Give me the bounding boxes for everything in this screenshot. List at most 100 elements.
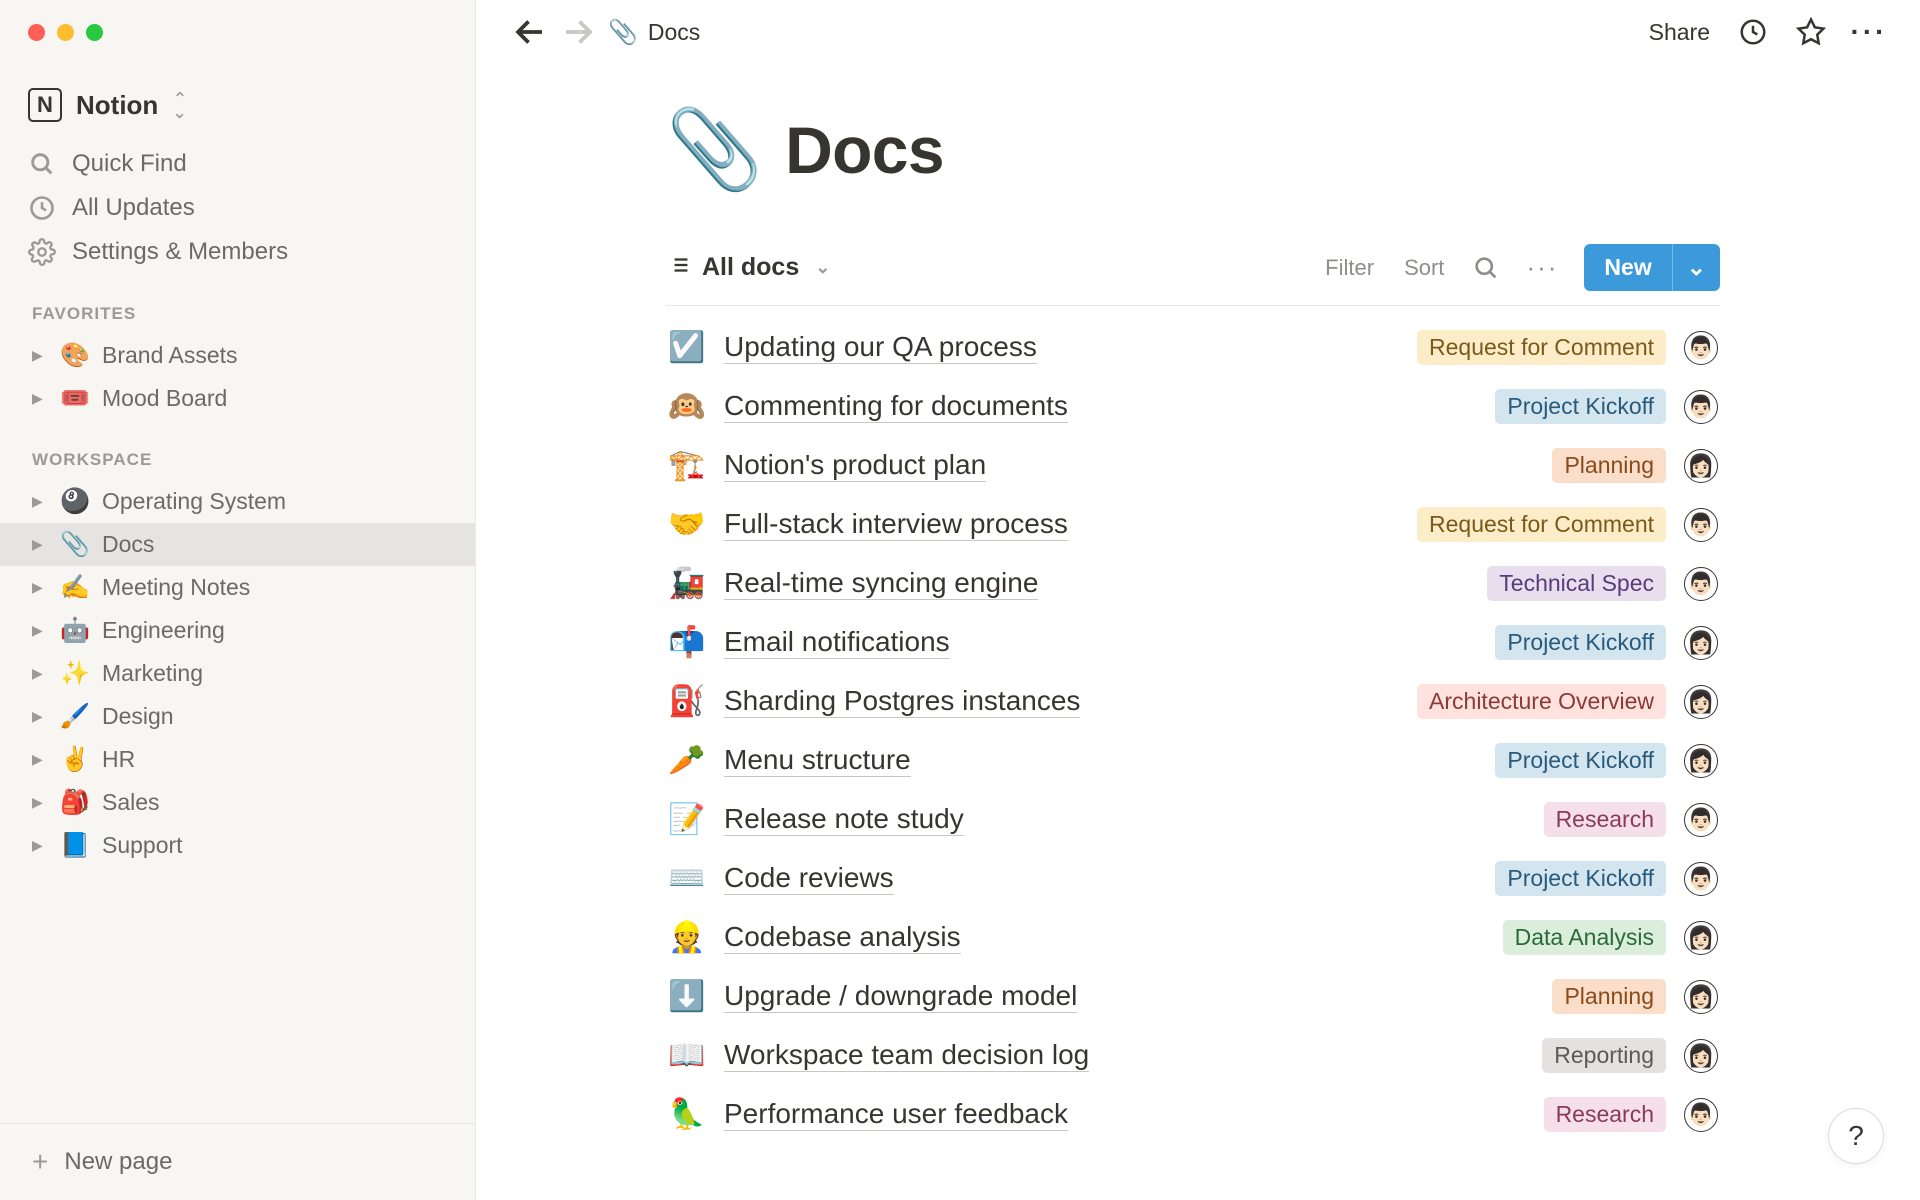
doc-row[interactable]: 🤝Full-stack interview processRequest for…	[666, 495, 1720, 554]
updates-icon[interactable]	[1738, 17, 1768, 47]
doc-row[interactable]: ⬇️Upgrade / downgrade modelPlanning👩🏻	[666, 967, 1720, 1026]
search-database-icon[interactable]	[1472, 254, 1500, 282]
disclosure-triangle-icon[interactable]: ▶	[32, 579, 48, 596]
doc-title-link[interactable]: Performance user feedback	[724, 1098, 1068, 1131]
more-menu-icon[interactable]: ···	[1854, 17, 1884, 47]
disclosure-triangle-icon[interactable]: ▶	[32, 390, 48, 407]
new-entry-button[interactable]: New ⌄	[1584, 244, 1720, 291]
avatar[interactable]: 👩🏻	[1684, 921, 1718, 955]
doc-tag[interactable]: Data Analysis	[1503, 920, 1666, 955]
avatar[interactable]: 👩🏻	[1684, 449, 1718, 483]
all-updates-button[interactable]: All Updates	[0, 186, 475, 230]
doc-row[interactable]: 🦜Performance user feedbackResearch👨🏻	[666, 1085, 1720, 1144]
sidebar-item-design[interactable]: ▶🖌️Design	[0, 695, 475, 738]
share-button[interactable]: Share	[1649, 19, 1710, 46]
new-entry-dropdown-icon[interactable]: ⌄	[1672, 244, 1720, 291]
disclosure-triangle-icon[interactable]: ▶	[32, 347, 48, 364]
doc-title-link[interactable]: Workspace team decision log	[724, 1039, 1089, 1072]
doc-row[interactable]: ⛽Sharding Postgres instancesArchitecture…	[666, 672, 1720, 731]
doc-row[interactable]: 📝Release note studyResearch👨🏻	[666, 790, 1720, 849]
avatar[interactable]: 👩🏻	[1684, 626, 1718, 660]
page-title[interactable]: Docs	[785, 112, 944, 188]
disclosure-triangle-icon[interactable]: ▶	[32, 708, 48, 725]
close-window-icon[interactable]	[28, 24, 45, 41]
avatar[interactable]: 👩🏻	[1684, 1039, 1718, 1073]
doc-title-link[interactable]: Full-stack interview process	[724, 508, 1068, 541]
doc-tag[interactable]: Technical Spec	[1487, 566, 1666, 601]
sidebar-item-engineering[interactable]: ▶🤖Engineering	[0, 609, 475, 652]
view-tab-all-docs[interactable]: All docs ⌄	[666, 247, 834, 288]
doc-row[interactable]: 👷Codebase analysisData Analysis👩🏻	[666, 908, 1720, 967]
doc-title-link[interactable]: Menu structure	[724, 744, 911, 777]
doc-tag[interactable]: Reporting	[1542, 1038, 1666, 1073]
doc-tag[interactable]: Planning	[1552, 979, 1666, 1014]
sidebar-item-operating-system[interactable]: ▶🎱Operating System	[0, 480, 475, 523]
avatar[interactable]: 👩🏻	[1684, 980, 1718, 1014]
avatar[interactable]: 👨🏻	[1684, 803, 1718, 837]
doc-row[interactable]: ⌨️Code reviewsProject Kickoff👨🏻	[666, 849, 1720, 908]
breadcrumb[interactable]: 📎 Docs	[608, 18, 700, 47]
doc-tag[interactable]: Project Kickoff	[1495, 389, 1666, 424]
doc-title-link[interactable]: Commenting for documents	[724, 390, 1068, 423]
disclosure-triangle-icon[interactable]: ▶	[32, 493, 48, 510]
workspace-switcher[interactable]: N Notion ⌃⌃	[0, 80, 475, 142]
settings-members-button[interactable]: Settings & Members	[0, 230, 475, 274]
disclosure-triangle-icon[interactable]: ▶	[32, 794, 48, 811]
window-traffic-lights[interactable]	[28, 24, 103, 41]
doc-title-link[interactable]: Codebase analysis	[724, 921, 961, 954]
doc-title-link[interactable]: Sharding Postgres instances	[724, 685, 1080, 718]
disclosure-triangle-icon[interactable]: ▶	[32, 837, 48, 854]
avatar[interactable]: 👨🏻	[1684, 1098, 1718, 1132]
avatar[interactable]: 👨🏻	[1684, 567, 1718, 601]
filter-button[interactable]: Filter	[1325, 255, 1374, 281]
doc-row[interactable]: 📖Workspace team decision logReporting👩🏻	[666, 1026, 1720, 1085]
quick-find-button[interactable]: Quick Find	[0, 142, 475, 186]
doc-row[interactable]: ☑️Updating our QA processRequest for Com…	[666, 318, 1720, 377]
doc-title-link[interactable]: Email notifications	[724, 626, 950, 659]
sidebar-item-sales[interactable]: ▶🎒Sales	[0, 781, 475, 824]
doc-title-link[interactable]: Release note study	[724, 803, 964, 836]
disclosure-triangle-icon[interactable]: ▶	[32, 751, 48, 768]
sort-button[interactable]: Sort	[1404, 255, 1444, 281]
sidebar-item-hr[interactable]: ▶✌️HR	[0, 738, 475, 781]
doc-title-link[interactable]: Notion's product plan	[724, 449, 986, 482]
page-icon[interactable]: 📎	[666, 104, 763, 196]
sidebar-item-marketing[interactable]: ▶✨Marketing	[0, 652, 475, 695]
doc-title-link[interactable]: Code reviews	[724, 862, 894, 895]
forward-button[interactable]	[560, 14, 596, 50]
doc-tag[interactable]: Architecture Overview	[1417, 684, 1666, 719]
sidebar-item-mood-board[interactable]: ▶🎟️Mood Board	[0, 377, 475, 420]
help-button[interactable]: ?	[1828, 1108, 1884, 1164]
minimize-window-icon[interactable]	[57, 24, 74, 41]
doc-tag[interactable]: Request for Comment	[1417, 330, 1666, 365]
sidebar-item-docs[interactable]: ▶📎Docs	[0, 523, 475, 566]
disclosure-triangle-icon[interactable]: ▶	[32, 665, 48, 682]
favorite-star-icon[interactable]	[1796, 17, 1826, 47]
view-more-icon[interactable]: ···	[1528, 254, 1556, 282]
doc-tag[interactable]: Planning	[1552, 448, 1666, 483]
sidebar-item-meeting-notes[interactable]: ▶✍️Meeting Notes	[0, 566, 475, 609]
doc-tag[interactable]: Research	[1544, 1097, 1666, 1132]
doc-row[interactable]: 🚂Real-time syncing engineTechnical Spec👨…	[666, 554, 1720, 613]
doc-title-link[interactable]: Updating our QA process	[724, 331, 1037, 364]
avatar[interactable]: 👨🏻	[1684, 508, 1718, 542]
disclosure-triangle-icon[interactable]: ▶	[32, 622, 48, 639]
doc-row[interactable]: 🏗️Notion's product planPlanning👩🏻	[666, 436, 1720, 495]
avatar[interactable]: 👩🏻	[1684, 744, 1718, 778]
fullscreen-window-icon[interactable]	[86, 24, 103, 41]
doc-title-link[interactable]: Upgrade / downgrade model	[724, 980, 1077, 1013]
doc-tag[interactable]: Request for Comment	[1417, 507, 1666, 542]
sidebar-item-brand-assets[interactable]: ▶🎨Brand Assets	[0, 334, 475, 377]
sidebar-item-support[interactable]: ▶📘Support	[0, 824, 475, 867]
disclosure-triangle-icon[interactable]: ▶	[32, 536, 48, 553]
doc-row[interactable]: 📬Email notificationsProject Kickoff👩🏻	[666, 613, 1720, 672]
avatar[interactable]: 👨🏻	[1684, 862, 1718, 896]
doc-tag[interactable]: Research	[1544, 802, 1666, 837]
doc-row[interactable]: 🙉Commenting for documentsProject Kickoff…	[666, 377, 1720, 436]
new-entry-label[interactable]: New	[1584, 244, 1671, 291]
doc-tag[interactable]: Project Kickoff	[1495, 861, 1666, 896]
doc-row[interactable]: 🥕Menu structureProject Kickoff👩🏻	[666, 731, 1720, 790]
avatar[interactable]: 👨🏻	[1684, 390, 1718, 424]
back-button[interactable]	[512, 14, 548, 50]
doc-tag[interactable]: Project Kickoff	[1495, 625, 1666, 660]
